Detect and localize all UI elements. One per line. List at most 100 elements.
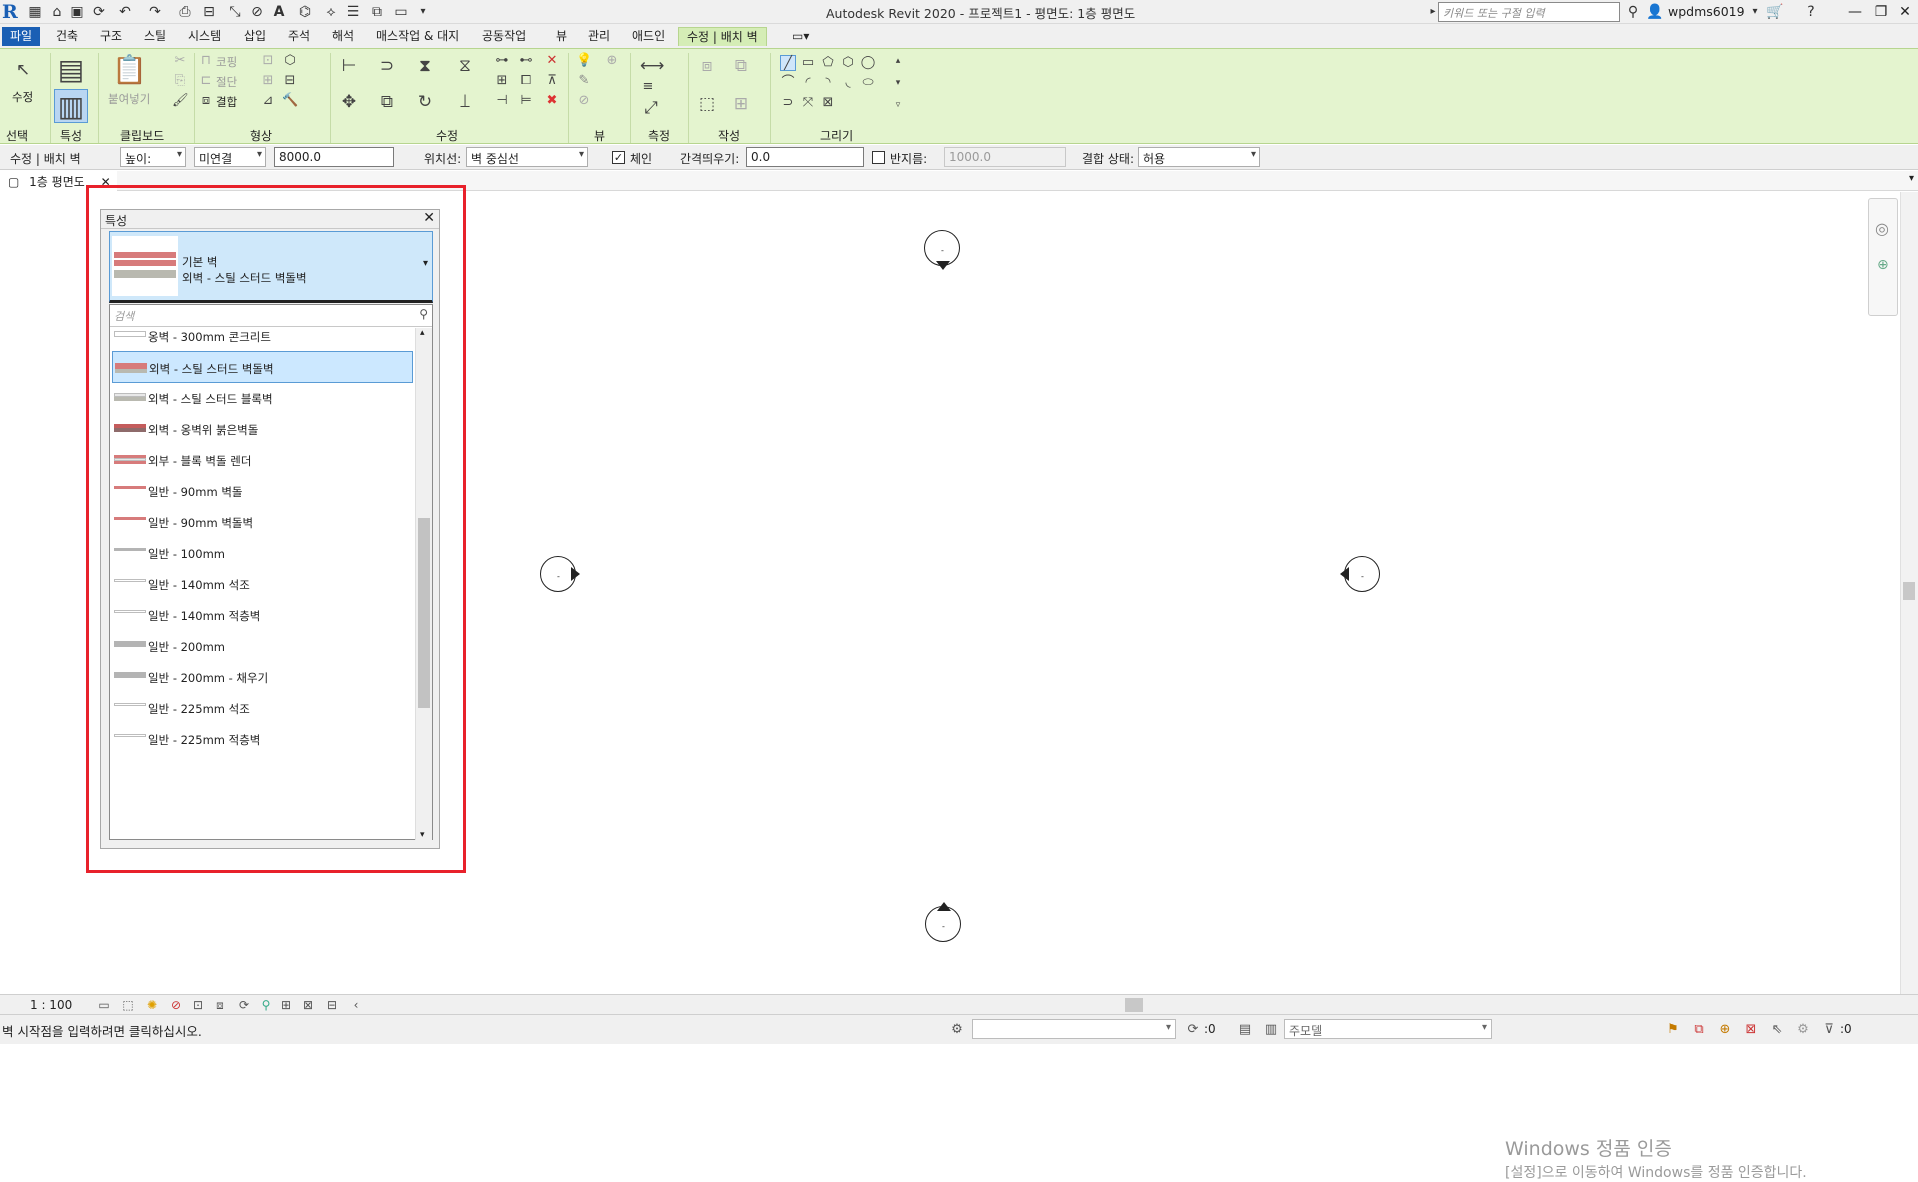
user-icon[interactable]: 👤 <box>1646 3 1664 21</box>
pick-faces-icon[interactable]: ⊠ <box>820 95 836 111</box>
elevation-marker-south[interactable]: - <box>925 902 961 942</box>
cut-icon[interactable]: ✂ <box>172 53 188 69</box>
draw-line-icon[interactable]: ╱ <box>780 55 796 71</box>
split-gap-icon[interactable]: ⊷ <box>518 53 534 69</box>
crop-view-icon[interactable]: ⊡ <box>190 997 206 1013</box>
select-by-face-icon[interactable]: ⊠ <box>1742 1021 1760 1039</box>
create-parts-icon[interactable]: ⬚ <box>696 93 718 115</box>
cut-geometry-label[interactable]: 절단 <box>216 74 237 90</box>
filter-icon[interactable]: ⊽ <box>1820 1021 1838 1039</box>
section-icon[interactable]: ⟡ <box>322 3 340 21</box>
binoculars-icon[interactable]: ⚲ <box>1624 3 1642 21</box>
modify-label[interactable]: 수정 <box>12 89 33 105</box>
text-icon[interactable]: A <box>270 3 288 21</box>
properties-icon[interactable]: ▤ <box>54 53 88 87</box>
height-mode-select[interactable]: 높이: ▾ <box>120 147 186 167</box>
beam-join-icon[interactable]: 🔨 <box>282 93 298 109</box>
type-list-item[interactable]: 일반 - 100mm <box>112 537 413 569</box>
scroll-down-icon[interactable]: ▾ <box>420 830 425 840</box>
horizontal-scroll-thumb[interactable] <box>1125 998 1143 1012</box>
constraint-select[interactable]: 미연결 ▾ <box>194 147 266 167</box>
location-line-select[interactable]: 벽 중심선 ▾ <box>466 147 588 167</box>
trim-multiple-icon[interactable]: ⊨ <box>518 93 534 109</box>
type-list-item[interactable]: 외벽 - 옹벽위 붉은벽돌 <box>112 413 413 445</box>
open-icon[interactable]: ⌂ <box>48 3 66 21</box>
visual-style-icon[interactable]: ⬚ <box>120 997 136 1013</box>
offset-input[interactable]: 0.0 <box>746 147 864 167</box>
aligned-dimension-icon[interactable]: ≡ <box>640 79 656 95</box>
linework-icon[interactable]: ✎ <box>576 73 592 89</box>
override-graphics-icon[interactable]: ⊕ <box>604 53 620 69</box>
draw-expand-icon[interactable]: ▿ <box>890 97 906 113</box>
type-list-item[interactable]: 외벽 - 스틸 스터드 블록벽 <box>112 382 413 414</box>
ribbon-display-options-icon[interactable]: ▭▾ <box>784 27 817 46</box>
reveal-hidden-icon[interactable]: ⚲ <box>258 997 274 1013</box>
type-list-scroll-thumb[interactable] <box>418 518 430 708</box>
help-icon[interactable]: ? <box>1802 3 1820 21</box>
type-list-item[interactable]: 일반 - 90mm 벽돌벽 <box>112 506 413 538</box>
draw-circle-icon[interactable]: ◯ <box>860 55 876 71</box>
draw-rectangle-icon[interactable]: ▭ <box>800 55 816 71</box>
steering-wheel-icon[interactable]: ◎ <box>1875 219 1889 238</box>
tab-addins[interactable]: 애드인 <box>624 27 673 46</box>
radius-checkbox[interactable] <box>872 151 885 164</box>
shadows-icon[interactable]: ⊘ <box>168 997 184 1013</box>
chain-checkbox[interactable]: ✓ <box>612 151 625 164</box>
type-list-item[interactable]: 일반 - 90mm 벽돌 <box>112 475 413 507</box>
type-list-item[interactable]: 옹벽 - 300mm 콘크리트 <box>112 328 413 352</box>
background-process-icon[interactable]: ⚙ <box>1794 1021 1812 1039</box>
active-option-icon[interactable]: ▥ <box>1262 1021 1280 1039</box>
trim-extend-corner-icon[interactable]: ⟘ <box>454 91 476 113</box>
temp-view-properties-icon[interactable]: ⊞ <box>278 997 294 1013</box>
print-icon[interactable]: ⎙ <box>176 3 194 21</box>
temporary-hide-icon[interactable]: ⟳ <box>236 997 252 1013</box>
tab-massing-site[interactable]: 매스작업 & 대지 <box>368 27 467 46</box>
tab-structure[interactable]: 구조 <box>92 27 130 46</box>
elevation-marker-west[interactable]: - <box>540 556 580 592</box>
type-properties-icon[interactable]: ▥ <box>54 89 88 123</box>
type-list-scrollbar[interactable]: ▴ ▾ <box>415 328 432 840</box>
tab-architecture[interactable]: 건축 <box>48 27 86 46</box>
pin-icon[interactable]: ⊼ <box>544 73 560 89</box>
type-list-item[interactable]: 일반 - 200mm - 채우기 <box>112 661 413 693</box>
type-list-item[interactable]: 외부 - 블록 벽돌 렌더 <box>112 444 413 476</box>
constraints-icon[interactable]: ⊟ <box>324 997 340 1013</box>
user-name[interactable]: wpdms6019 <box>1668 4 1745 19</box>
user-menu-chevron-icon[interactable]: ▾ <box>1746 3 1764 21</box>
show-crop-icon[interactable]: ⧈ <box>212 997 228 1013</box>
draw-ellipse-icon[interactable]: ⬭ <box>860 75 876 91</box>
mirror-axis-icon[interactable]: ⧗ <box>414 55 436 77</box>
move-icon[interactable]: ✥ <box>338 91 360 113</box>
close-hidden-icon[interactable]: ⧉ <box>368 3 386 21</box>
create-assembly-icon[interactable]: ⧉ <box>730 55 752 77</box>
type-list-item[interactable]: 외벽 - 스틸 스터드 벽돌벽 <box>112 351 413 383</box>
panel-select[interactable]: 선택 <box>6 127 28 144</box>
modify-cursor-icon[interactable]: ↖ <box>12 59 34 81</box>
search-icon[interactable]: ⚲ <box>419 307 428 321</box>
scroll-up-icon[interactable]: ▴ <box>420 328 425 338</box>
radius-input[interactable]: 1000.0 <box>944 147 1066 167</box>
redo-icon[interactable]: ↷ <box>146 3 164 21</box>
horizontal-scrollbar[interactable] <box>380 998 1900 1012</box>
pick-lines-icon[interactable]: ⤧ <box>800 95 816 111</box>
customize-toolbar-icon[interactable]: ▾ <box>414 3 432 21</box>
tab-collaborate[interactable]: 공동작업 <box>474 27 534 46</box>
switch-windows-icon[interactable]: ▭ <box>392 3 410 21</box>
measure-along-icon[interactable]: ⤢ <box>640 97 662 119</box>
height-value-input[interactable]: 8000.0 <box>274 147 394 167</box>
thin-lines-icon[interactable]: ☰ <box>344 3 362 21</box>
close-window-button[interactable]: ✕ <box>1890 0 1918 24</box>
offset-icon[interactable]: ⊃ <box>376 55 398 77</box>
copy-element-icon[interactable]: ⧉ <box>376 91 398 113</box>
copy-icon[interactable]: ⎘ <box>172 73 188 89</box>
elevation-marker-east[interactable]: - <box>1340 556 1380 592</box>
tab-modify-place-wall[interactable]: 수정 | 배치 벽 <box>678 27 767 46</box>
elevation-marker-north[interactable]: - <box>924 230 960 270</box>
save-icon[interactable]: ▣ <box>68 3 86 21</box>
rotate-icon[interactable]: ↻ <box>414 91 436 113</box>
type-dropdown-chevron-icon[interactable]: ▾ <box>423 258 428 269</box>
select-links-icon[interactable]: ⚑ <box>1664 1021 1682 1039</box>
draw-tangent-arc-icon[interactable]: ◝ <box>820 75 836 91</box>
drag-elements-icon[interactable]: ⇖ <box>1768 1021 1786 1039</box>
tab-analyze[interactable]: 해석 <box>324 27 362 46</box>
